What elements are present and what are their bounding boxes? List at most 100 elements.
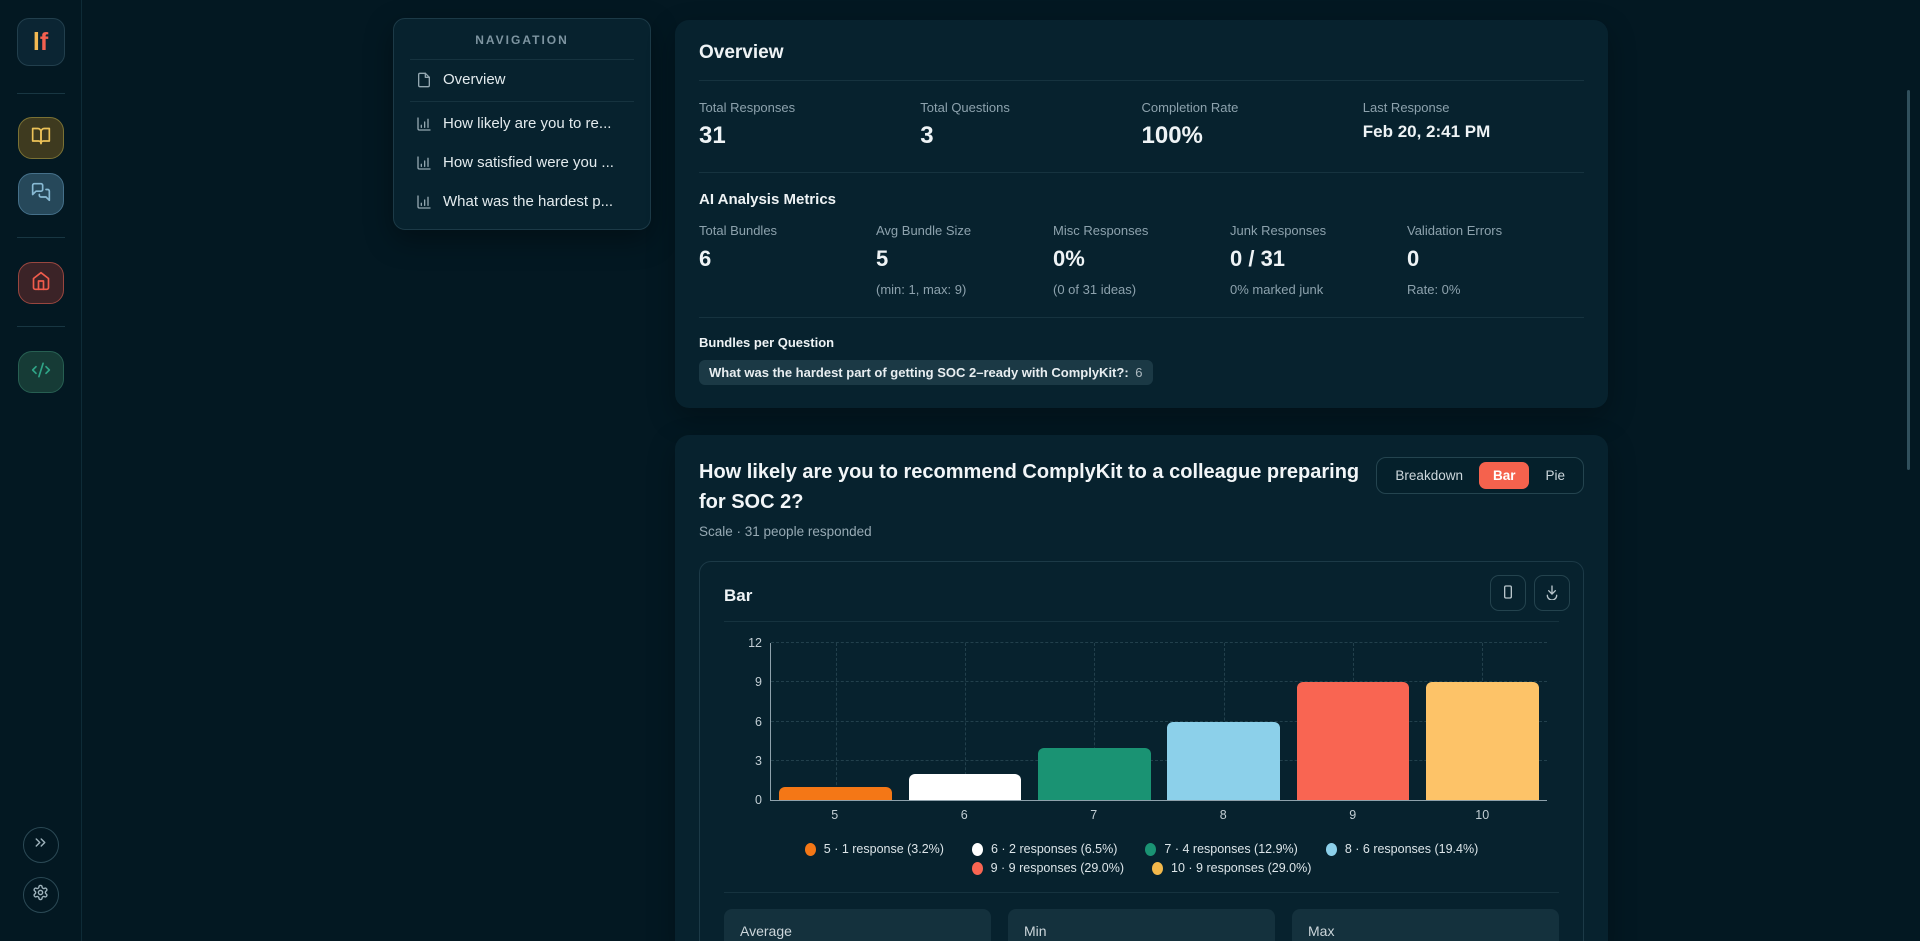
summary-box: Min [1008,909,1275,941]
y-axis-tick: 6 [755,715,762,729]
scrollbar[interactable] [1907,90,1910,470]
nav-items: Overview How likely are you to re... How… [410,60,634,221]
tab-pie[interactable]: Pie [1531,462,1579,489]
metric-sub: (0 of 31 ideas) [1053,282,1230,297]
metric-sub: (min: 1, max: 9) [876,282,1053,297]
nav-item[interactable]: How likely are you to re... [410,104,634,143]
metric-label: Misc Responses [1053,223,1230,238]
home-icon [31,271,51,296]
nav-item-label: Overview [443,71,506,88]
bar-chart-icon [416,116,432,132]
navigation-panel: NAVIGATION Overview How likely are you t… [393,18,651,230]
code-button[interactable] [18,351,64,393]
bar-7 [1038,748,1151,800]
legend-item: 9 · 9 responses (29.0%) [972,861,1124,875]
stat-label: Total Responses [699,100,920,115]
metric-label: Total Bundles [699,223,876,238]
chat-bubbles-icon [31,182,51,207]
book-open-icon [31,126,51,151]
plot-area: 036912 [770,643,1547,801]
divider [17,237,65,238]
metric-sub: 0% marked junk [1230,282,1407,297]
download-button[interactable] [1534,575,1570,611]
ai-metrics-title: AI Analysis Metrics [699,191,1584,208]
bar-slot [1159,643,1288,800]
nav-item-label: What was the hardest p... [443,193,613,210]
tab-breakdown[interactable]: Breakdown [1381,462,1477,489]
summary-box-label: Average [740,923,792,939]
question-title: How likely are you to recommend ComplyKi… [699,457,1376,517]
metric-item: Avg Bundle Size 5 (min: 1, max: 9) [876,223,1053,297]
chart-legend: 5 · 1 response (3.2%)6 · 2 responses (6.… [724,842,1559,875]
nav-item[interactable]: Overview [410,60,634,99]
metric-label: Junk Responses [1230,223,1407,238]
legend-swatch [972,862,983,875]
question-card: How likely are you to recommend ComplyKi… [675,435,1608,941]
copy-button[interactable] [1490,575,1526,611]
x-axis-labels: 5678910 [770,808,1547,822]
settings-button[interactable] [23,877,59,913]
legend-swatch [1152,862,1163,875]
legend-item: 10 · 9 responses (29.0%) [1152,861,1311,875]
bundles-badge: What was the hardest part of getting SOC… [699,360,1153,385]
legend-item: 7 · 4 responses (12.9%) [1145,842,1297,856]
view-tabs: Breakdown Bar Pie [1376,457,1584,494]
stat-item: Last Response Feb 20, 2:41 PM [1363,100,1584,150]
bar-slot [900,643,1029,800]
metric-label: Validation Errors [1407,223,1584,238]
x-axis-tick: 7 [1029,808,1159,822]
metric-item: Misc Responses 0% (0 of 31 ideas) [1053,223,1230,297]
divider [17,93,65,94]
divider [17,326,65,327]
bar-chart-icon [416,155,432,171]
expand-sidebar-button[interactable] [23,827,59,863]
bar-slot [771,643,900,800]
download-icon [1544,584,1560,603]
stat-item: Total Responses 31 [699,100,920,150]
nav-item-label: How satisfied were you ... [443,154,614,171]
summary-box: Max [1292,909,1559,941]
legend-label: 6 · 2 responses (6.5%) [991,842,1117,856]
nav-item[interactable]: How satisfied were you ... [410,143,634,182]
legend-item: 6 · 2 responses (6.5%) [972,842,1117,856]
summary-box-label: Max [1308,923,1334,939]
y-axis-tick: 0 [755,793,762,807]
overview-card-title: Overview [699,42,1584,81]
document-icon [416,72,432,88]
navigation-title: NAVIGATION [410,33,634,60]
legend-label: 9 · 9 responses (29.0%) [991,861,1124,875]
sidebar: lf [0,0,82,941]
legend-row: 5 · 1 response (3.2%)6 · 2 responses (6.… [805,842,1478,856]
legend-swatch [1145,843,1156,856]
chevrons-right-icon [32,834,49,856]
nav-item-label: How likely are you to re... [443,115,611,132]
metric-value: 0 / 31 [1230,246,1407,272]
clipboard-icon [1500,584,1516,603]
responses-button[interactable] [18,173,64,215]
summary-box-label: Min [1024,923,1047,939]
gear-icon [32,884,49,906]
tab-bar[interactable]: Bar [1479,462,1530,489]
divider [724,892,1559,893]
nav-item[interactable]: What was the hardest p... [410,182,634,221]
stat-value: Feb 20, 2:41 PM [1363,122,1584,142]
y-axis-tick: 9 [755,675,762,689]
app-logo[interactable]: lf [17,18,65,66]
y-axis-tick: 3 [755,754,762,768]
question-subtitle: Scale · 31 people responded [699,524,1584,539]
home-button[interactable] [18,262,64,304]
library-button[interactable] [18,117,64,159]
legend-swatch [805,843,816,856]
bar-10 [1426,682,1539,800]
bar-plot: 036912 [770,643,1547,801]
bar-9 [1297,682,1410,800]
stat-label: Completion Rate [1142,100,1363,115]
bar-slot [1288,643,1417,800]
stat-value: 31 [699,122,920,150]
chart-title: Bar [724,580,1559,622]
legend-label: 7 · 4 responses (12.9%) [1164,842,1297,856]
sidebar-bottom [23,827,59,913]
divider [410,101,634,102]
y-axis-tick: 12 [748,636,762,650]
x-axis-tick: 10 [1418,808,1548,822]
